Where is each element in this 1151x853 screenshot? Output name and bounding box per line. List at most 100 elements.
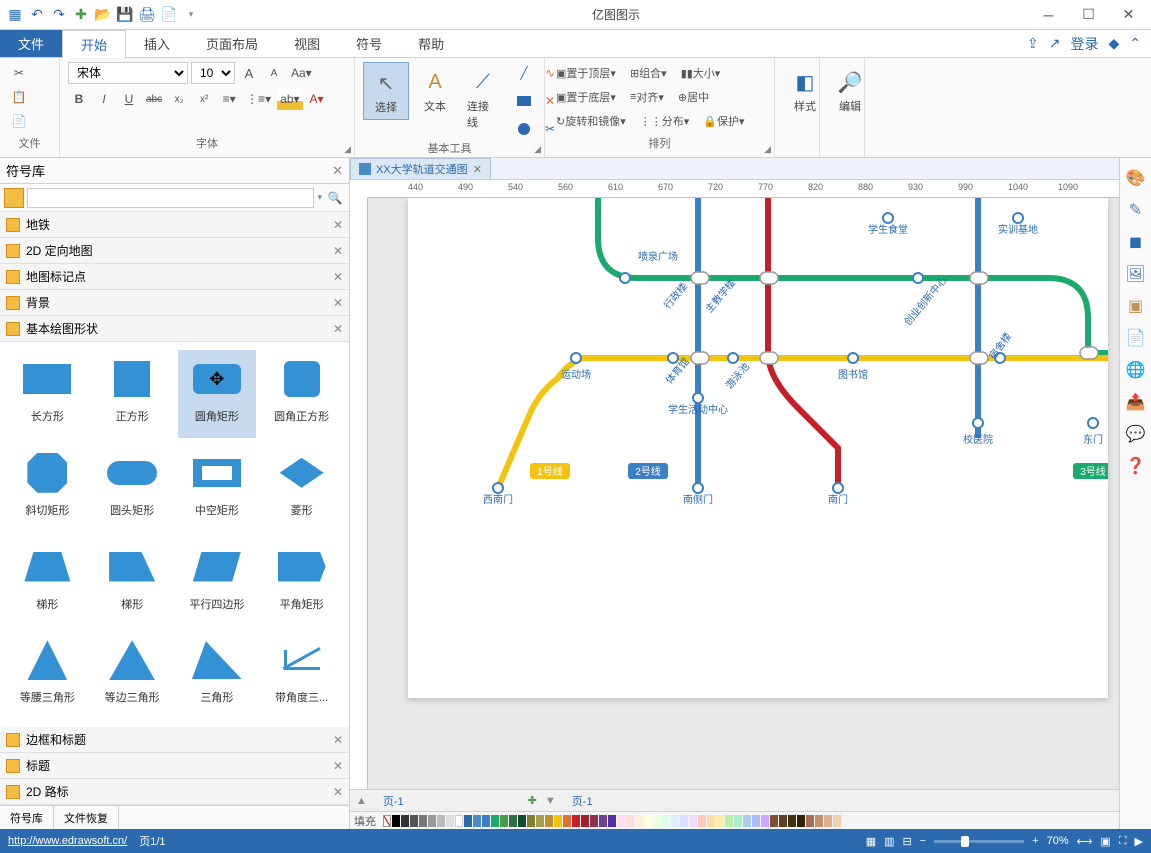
color-swatch[interactable] [824, 815, 832, 827]
color-swatch[interactable] [815, 815, 823, 827]
color-swatch[interactable] [599, 815, 607, 827]
color-swatch[interactable] [419, 815, 427, 827]
export-icon[interactable]: 📤 [1124, 390, 1148, 414]
category-2d-map[interactable]: 2D 定向地图✕ [0, 238, 349, 264]
font-dialog-icon[interactable]: ◢ [344, 144, 351, 155]
distribute-button[interactable]: ⋮⋮ 分布▾ [637, 110, 693, 132]
view-normal-icon[interactable]: ▦ [866, 835, 876, 848]
panel-close-button[interactable]: ✕ [332, 163, 343, 179]
zoom-in-icon[interactable]: + [1032, 835, 1038, 847]
color-swatch[interactable] [761, 815, 769, 827]
doc-close-icon[interactable]: ✕ [473, 163, 482, 176]
size-button[interactable]: ▮▮ 大小▾ [678, 62, 724, 84]
color-swatch[interactable] [617, 815, 625, 827]
save-icon[interactable]: 💾 [115, 5, 135, 25]
shape-iso-triangle[interactable]: 等腰三角形 [8, 631, 87, 719]
fullscreen-icon[interactable]: ⛶ [1119, 835, 1127, 848]
page-nav-up-icon[interactable]: ▲ [356, 795, 367, 807]
color-swatch[interactable] [545, 815, 553, 827]
color-swatch[interactable] [554, 815, 562, 827]
shape-rectangle[interactable]: 长方形 [8, 350, 87, 438]
format-icon[interactable]: ◼ [1124, 230, 1148, 254]
italic-button[interactable]: I [93, 88, 115, 110]
category-subway[interactable]: 地铁✕ [0, 212, 349, 238]
color-swatch[interactable] [806, 815, 814, 827]
color-swatch[interactable] [482, 815, 490, 827]
color-swatch[interactable] [743, 815, 751, 827]
tab-file[interactable]: 文件 [0, 30, 62, 57]
color-swatch[interactable] [581, 815, 589, 827]
cloud-icon[interactable]: ↗ [1049, 35, 1061, 52]
help-sidebar-icon[interactable]: ❓ [1124, 454, 1148, 478]
zoom-slider[interactable] [934, 840, 1024, 843]
color-swatch[interactable] [527, 815, 535, 827]
category-titles[interactable]: 标题✕ [0, 753, 349, 779]
color-swatch[interactable] [500, 815, 508, 827]
page-tab-2[interactable]: 页-1 [564, 793, 601, 809]
zoom-out-icon[interactable]: − [920, 835, 926, 847]
open-icon[interactable]: 📂 [93, 5, 113, 25]
color-swatch[interactable] [509, 815, 517, 827]
panel-tab-recovery[interactable]: 文件恢复 [54, 806, 119, 829]
linespacing-button[interactable]: ≡▾ [218, 88, 240, 110]
search-dropdown-icon[interactable]: ▾ [317, 192, 322, 203]
color-swatch[interactable] [752, 815, 760, 827]
paste-button[interactable]: 📄 [8, 110, 30, 132]
panel-tab-symbols[interactable]: 符号库 [0, 806, 54, 829]
no-color-swatch[interactable] [383, 815, 391, 827]
add-page-icon[interactable]: ✚ [528, 794, 537, 807]
shape-triangle[interactable]: 三角形 [178, 631, 257, 719]
shape-parallelogram[interactable]: 平行四边形 [178, 538, 257, 626]
canvas[interactable]: 学生食堂 实训基地 喷泉广场 行政楼 主教学楼 创业创新中心 运动场 体育馆 游… [368, 198, 1119, 789]
color-swatch[interactable] [635, 815, 643, 827]
arrange-dialog-icon[interactable]: ◢ [764, 144, 771, 155]
collapse-ribbon-icon[interactable]: ⌃ [1129, 35, 1141, 52]
group-button[interactable]: ⊞ 组合▾ [627, 62, 670, 84]
rotate-button[interactable]: ↻ 旋转和镜像▾ [553, 110, 629, 132]
status-url[interactable]: http://www.edrawsoft.cn/ [8, 835, 127, 847]
shape-trap2[interactable]: 梯形 [93, 538, 172, 626]
fit-width-icon[interactable]: ⟷ [1077, 835, 1093, 848]
image-icon[interactable]: 🖼 [1124, 262, 1148, 286]
page-nav-down-icon[interactable]: ▼ [545, 795, 556, 807]
color-swatch[interactable] [725, 815, 733, 827]
color-swatch[interactable] [662, 815, 670, 827]
shape-octagon[interactable]: 斜切矩形 [8, 444, 87, 532]
color-swatch[interactable] [698, 815, 706, 827]
font-size-select[interactable]: 10 [191, 62, 235, 84]
maximize-button[interactable]: ☐ [1071, 1, 1106, 29]
find-button[interactable]: 🔎编辑 [828, 62, 872, 118]
color-swatch[interactable] [401, 815, 409, 827]
color-swatch[interactable] [734, 815, 742, 827]
shape-roundrect[interactable]: ✥圆角矩形 [178, 350, 257, 438]
category-background[interactable]: 背景✕ [0, 290, 349, 316]
tab-layout[interactable]: 页面布局 [188, 30, 276, 57]
tab-view[interactable]: 视图 [276, 30, 338, 57]
case-button[interactable]: Aa▾ [288, 62, 315, 84]
fit-page-icon[interactable]: ▣ [1100, 835, 1110, 848]
tab-insert[interactable]: 插入 [126, 30, 188, 57]
color-swatch[interactable] [446, 815, 454, 827]
tools-dialog-icon[interactable]: ◢ [534, 144, 541, 155]
edit-icon[interactable]: ✎ [1124, 198, 1148, 222]
login-link[interactable]: 登录 [1070, 34, 1098, 54]
color-swatch[interactable] [563, 815, 571, 827]
underline-button[interactable]: U [118, 88, 140, 110]
decrease-font-button[interactable]: A [263, 62, 285, 84]
color-swatch[interactable] [680, 815, 688, 827]
layer-icon[interactable]: ▣ [1124, 294, 1148, 318]
category-basic-shapes[interactable]: 基本绘图形状✕ [0, 316, 349, 342]
increase-font-button[interactable]: A [238, 62, 260, 84]
color-swatch[interactable] [536, 815, 544, 827]
shape-hollow[interactable]: 中空矩形 [178, 444, 257, 532]
color-swatch[interactable] [644, 815, 652, 827]
shape-roundsquare[interactable]: 圆角正方形 [262, 350, 341, 438]
color-swatch[interactable] [392, 815, 400, 827]
close-button[interactable]: ✕ [1111, 1, 1146, 29]
category-markers[interactable]: 地图标记点✕ [0, 264, 349, 290]
color-swatch[interactable] [788, 815, 796, 827]
font-family-select[interactable]: 宋体 [68, 62, 188, 84]
shape-pill[interactable]: 圆头矩形 [93, 444, 172, 532]
copy-button[interactable]: 📋 [8, 86, 30, 108]
color-swatch[interactable] [770, 815, 778, 827]
